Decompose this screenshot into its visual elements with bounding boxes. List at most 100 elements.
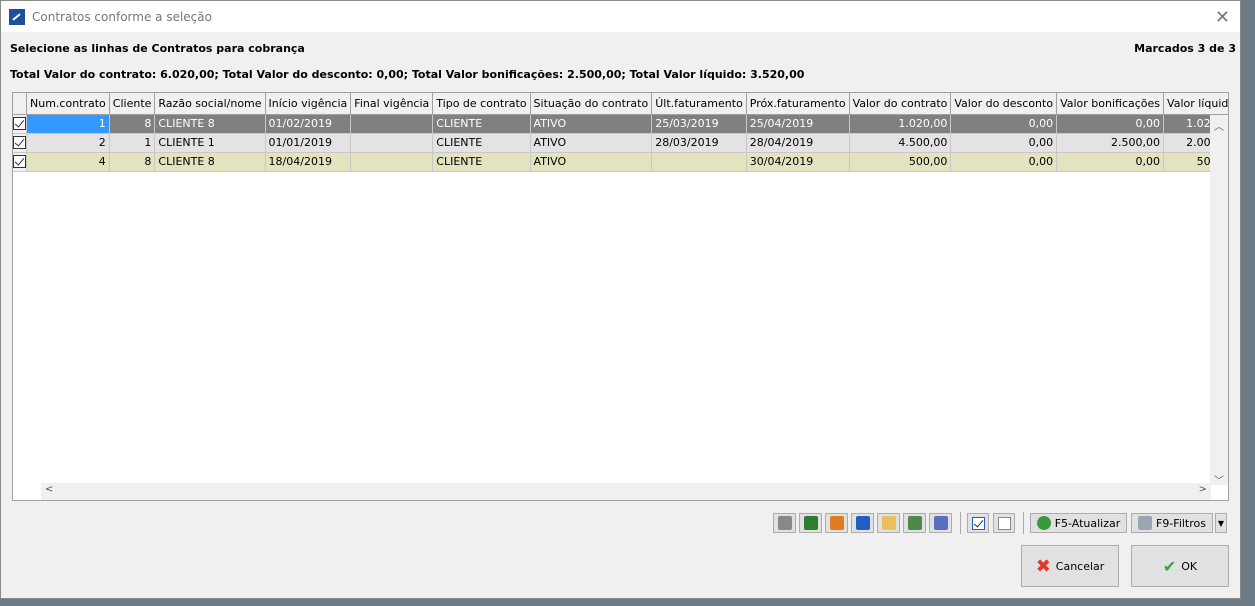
scroll-down-icon[interactable]: ﹀ <box>1210 472 1228 487</box>
column-header[interactable]: Final vigência <box>350 93 434 115</box>
table-cell[interactable]: 0,00 <box>950 114 1058 134</box>
table-cell[interactable]: 28/03/2019 <box>651 133 747 153</box>
checkbox-empty-icon <box>997 516 1011 530</box>
filters-dropdown-button[interactable]: ▼ <box>1215 513 1227 533</box>
column-header[interactable]: Num.contrato <box>26 93 110 115</box>
row-checkbox-cell[interactable] <box>13 152 27 172</box>
header-checkbox-column[interactable] <box>13 93 27 115</box>
table-cell[interactable]: 01/01/2019 <box>265 133 352 153</box>
table-cell[interactable] <box>350 133 434 153</box>
download-icon <box>907 516 922 530</box>
check-all-button[interactable] <box>967 513 989 533</box>
window-title: Contratos conforme a seleção <box>32 9 212 24</box>
row-checkbox[interactable] <box>13 117 26 131</box>
column-header[interactable]: Razão social/nome <box>154 93 266 115</box>
column-header[interactable]: Situação do contrato <box>530 93 653 115</box>
scroll-up-icon[interactable]: ︿ <box>1210 118 1228 133</box>
row-checkbox[interactable] <box>13 136 26 150</box>
row-checkbox-cell[interactable] <box>13 133 27 153</box>
toolbar-separator <box>960 512 961 534</box>
column-header[interactable]: Próx.faturamento <box>746 93 850 115</box>
ok-button[interactable]: ✔ OK <box>1131 545 1229 587</box>
marked-count: Marcados 3 de 3 <box>1134 42 1236 55</box>
table-cell[interactable] <box>651 152 747 172</box>
table-cell[interactable]: 0,00 <box>950 152 1058 172</box>
instruction-label: Selecione as linhas de Contratos para co… <box>10 42 305 55</box>
table-cell[interactable]: 0,00 <box>1056 152 1165 172</box>
horizontal-scrollbar[interactable]: < > <box>41 483 1211 500</box>
download-button[interactable] <box>903 513 926 533</box>
excel-export-button[interactable] <box>799 513 822 533</box>
contracts-grid[interactable]: Num.contrato Cliente Razão social/nome Iníc… <box>12 92 1229 501</box>
table-cell[interactable]: 0,00 <box>1056 114 1165 134</box>
table-cell[interactable] <box>350 114 434 134</box>
table-cell[interactable]: CLIENTE 8 <box>154 114 266 134</box>
table-cell[interactable]: ATIVO <box>530 152 653 172</box>
table-row[interactable]: 4 8 CLIENTE 8 18/04/2019 CLIENTE ATIVO 30/04/2… <box>13 152 1228 172</box>
table-cell[interactable]: CLIENTE <box>432 152 531 172</box>
sort-button[interactable] <box>851 513 874 533</box>
column-header[interactable]: Início vigência <box>265 93 352 115</box>
table-cell[interactable]: ATIVO <box>530 133 653 153</box>
table-cell[interactable]: 2 <box>26 133 110 153</box>
table-cell[interactable]: CLIENTE <box>432 133 531 153</box>
table-cell[interactable]: 8 <box>109 114 156 134</box>
column-header[interactable]: Valor bonificações <box>1056 93 1165 115</box>
palette-button[interactable] <box>877 513 900 533</box>
column-header[interactable]: Cliente <box>109 93 156 115</box>
excel-export-icon <box>803 516 818 530</box>
table-cell[interactable]: CLIENTE 8 <box>154 152 266 172</box>
column-header[interactable]: Valor do desconto <box>950 93 1058 115</box>
row-checkbox[interactable] <box>13 155 26 169</box>
uncheck-all-button[interactable] <box>993 513 1015 533</box>
table-cell[interactable]: CLIENTE 1 <box>154 133 266 153</box>
table-cell[interactable]: ATIVO <box>530 114 653 134</box>
check-icon: ✔ <box>1162 556 1177 576</box>
table-cell[interactable]: 01/02/2019 <box>265 114 352 134</box>
table-cell[interactable]: 28/04/2019 <box>746 133 850 153</box>
table-cell[interactable]: 500,00 <box>849 152 952 172</box>
table-cell[interactable]: 4.500,00 <box>849 133 952 153</box>
table-cell[interactable] <box>350 152 434 172</box>
binoculars-button[interactable] <box>773 513 796 533</box>
totals-label: Total Valor do contrato: 6.020,00; Total… <box>10 68 805 81</box>
table-cell[interactable]: 25/04/2019 <box>746 114 850 134</box>
table-cell[interactable]: 1.020,00 <box>849 114 952 134</box>
filter-icon <box>1138 516 1152 530</box>
close-icon[interactable]: ✕ <box>1215 7 1230 28</box>
table-cell[interactable]: 1 <box>26 114 110 134</box>
refresh-button[interactable]: F5-Atualizar <box>1030 513 1127 533</box>
column-header[interactable]: Valor líquido <box>1163 93 1228 115</box>
row-checkbox-cell[interactable] <box>13 114 27 134</box>
table-cell[interactable]: 1 <box>109 133 156 153</box>
column-header[interactable]: Tipo de contrato <box>432 93 531 115</box>
table-cell[interactable]: 18/04/2019 <box>265 152 352 172</box>
table-cell[interactable]: 30/04/2019 <box>746 152 850 172</box>
app-icon <box>9 8 25 25</box>
table-cell[interactable]: 2.500,00 <box>1056 133 1165 153</box>
checklist-icon <box>933 516 948 530</box>
table-cell[interactable]: 4 <box>26 152 110 172</box>
report-button[interactable] <box>825 513 848 533</box>
table-cell[interactable]: 0,00 <box>950 133 1058 153</box>
vertical-scrollbar[interactable]: ︿ ﹀ <box>1210 115 1228 487</box>
table-cell[interactable]: 25/03/2019 <box>651 114 747 134</box>
checkbox-checked-icon <box>971 516 985 530</box>
column-header[interactable]: Valor do contrato <box>849 93 952 115</box>
cancel-label: Cancelar <box>1055 559 1105 573</box>
checklist-button[interactable] <box>929 513 952 533</box>
dialog-window: Contratos conforme a seleção ✕ Selecione… <box>0 0 1241 599</box>
table-cell[interactable]: 8 <box>109 152 156 172</box>
filters-button[interactable]: F9-Filtros <box>1131 513 1213 533</box>
table-row[interactable]: 2 1 CLIENTE 1 01/01/2019 CLIENTE ATIVO 28/03/2… <box>13 133 1228 153</box>
column-header[interactable]: Últ.faturamento <box>651 93 747 115</box>
toolbar-separator <box>1023 512 1024 534</box>
table-row[interactable]: 1 8 CLIENTE 8 01/02/2019 CLIENTE ATIVO 25/03/2… <box>13 114 1228 134</box>
cancel-button[interactable]: ✖ Cancelar <box>1021 545 1119 587</box>
table-cell[interactable]: CLIENTE <box>432 114 531 134</box>
scroll-right-icon[interactable]: > <box>1199 484 1207 495</box>
scroll-left-icon[interactable]: < <box>45 484 53 495</box>
report-icon <box>829 516 844 530</box>
title-bar: Contratos conforme a seleção ✕ <box>1 1 1240 32</box>
ok-label: OK <box>1181 559 1198 573</box>
